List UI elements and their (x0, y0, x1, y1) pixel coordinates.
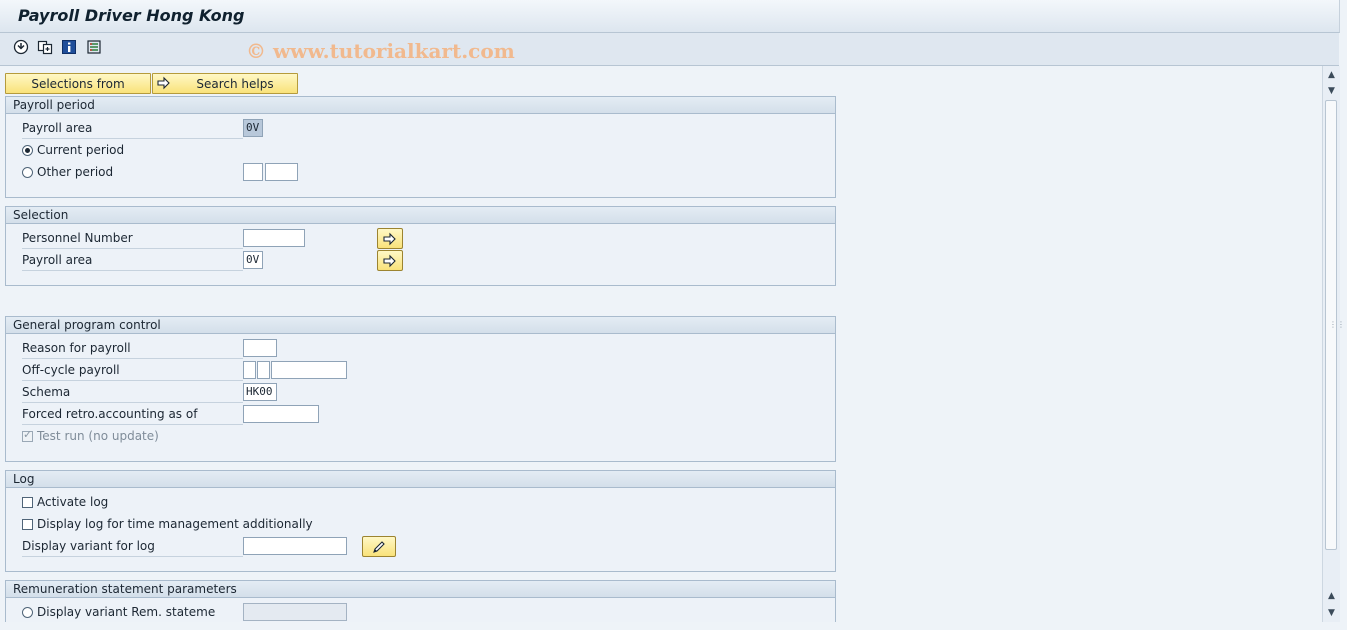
page-up-icon[interactable]: ▼ (1323, 84, 1340, 97)
payroll-period-group: Payroll period Payroll area 0V Current p… (5, 96, 836, 198)
test-run-row: Test run (no update) (6, 427, 835, 447)
grip-icon: ⋮⋮ (1329, 320, 1345, 329)
personnel-number-row: Personnel Number (6, 228, 835, 249)
test-run-checkbox (22, 428, 33, 442)
scroll-down-icon[interactable]: ▼ (1323, 606, 1340, 619)
schema-row: Schema HK00 (6, 383, 835, 403)
scrollbar-thumb[interactable]: ⋮⋮ (1325, 100, 1345, 550)
other-period-label: Other period (37, 165, 114, 179)
edit-log-variant-button[interactable] (362, 536, 396, 557)
offcycle-reason-input[interactable] (257, 361, 270, 379)
time-mgmt-log-checkbox[interactable] (22, 519, 33, 530)
search-helps-button[interactable]: Search helps (152, 73, 298, 94)
arrow-right-icon (383, 232, 396, 245)
general-program-control-group: General program control Reason for payro… (5, 316, 836, 462)
reason-input[interactable] (243, 339, 277, 357)
payroll-period-title: Payroll period (6, 97, 835, 114)
reason-row: Reason for payroll (6, 339, 835, 359)
rem-display-variant-label: Display variant Rem. stateme (37, 605, 216, 619)
watermark-text: © www.tutorialkart.com (246, 39, 515, 63)
page-down-icon[interactable]: ▲ (1323, 589, 1340, 602)
title-bar: Payroll Driver Hong Kong (0, 0, 1340, 33)
log-title: Log (6, 471, 835, 488)
rem-display-variant-radio[interactable] (22, 607, 33, 618)
log-display-variant-label: Display variant for log (22, 537, 243, 557)
vertical-scrollbar[interactable]: ▲ ▼ ⋮⋮ ▲ ▼ (1322, 66, 1345, 622)
search-helps-label: Search helps (196, 76, 274, 91)
selection-payroll-area-label: Payroll area (22, 251, 243, 271)
other-period-year-input[interactable] (265, 163, 298, 181)
rem-display-variant-row: Display variant Rem. stateme (6, 603, 835, 622)
other-period-number-input[interactable] (243, 163, 263, 181)
current-period-radio[interactable] (22, 145, 33, 156)
scroll-up-icon[interactable]: ▲ (1323, 68, 1340, 81)
selection-screen-icon[interactable] (86, 39, 102, 55)
activate-log-label: Activate log (37, 495, 109, 509)
offcycle-label: Off-cycle payroll (22, 361, 243, 381)
test-run-label: Test run (no update) (37, 429, 159, 443)
time-mgmt-log-label: Display log for time management addition… (37, 517, 313, 531)
offcycle-indicator-input[interactable] (243, 361, 256, 379)
selections-from-button[interactable]: Selections from (5, 73, 151, 94)
schema-input[interactable]: HK00 (243, 383, 277, 401)
program-info-icon[interactable] (61, 39, 77, 55)
selections-from-label: Selections from (31, 76, 125, 91)
personnel-number-label: Personnel Number (22, 229, 243, 249)
activate-log-checkbox[interactable] (22, 497, 33, 508)
payroll-area-input[interactable]: 0V (243, 119, 263, 137)
selection-title: Selection (6, 207, 835, 224)
arrow-right-icon (383, 254, 396, 267)
execute-icon[interactable] (13, 39, 29, 55)
forced-retro-row: Forced retro.accounting as of (6, 405, 835, 425)
general-program-control-title: General program control (6, 317, 835, 334)
log-group: Log Activate log Display log for time ma… (5, 470, 836, 572)
remuneration-group: Remuneration statement parameters Displa… (5, 580, 836, 622)
schema-label: Schema (22, 383, 243, 403)
other-period-radio[interactable] (22, 167, 33, 178)
payroll-area-row: Payroll area 0V (6, 119, 835, 139)
selection-screen: Selections from Search helps Payroll per… (0, 66, 1322, 622)
rem-display-variant-input (243, 603, 347, 621)
remuneration-title: Remuneration statement parameters (6, 581, 835, 598)
page-title: Payroll Driver Hong Kong (18, 6, 245, 25)
current-period-row: Current period (6, 141, 835, 161)
get-variant-icon[interactable] (37, 39, 53, 55)
log-display-variant-row: Display variant for log (6, 536, 835, 557)
other-period-row: Other period (6, 163, 835, 183)
offcycle-date-input[interactable] (271, 361, 347, 379)
arrow-right-icon (157, 76, 171, 93)
selection-group: Selection Personnel Number Payroll area … (5, 206, 836, 286)
forced-retro-label: Forced retro.accounting as of (22, 405, 243, 425)
pencil-icon (373, 540, 385, 553)
personnel-number-multiple-selection-button[interactable] (377, 228, 403, 249)
application-toolbar: © www.tutorialkart.com (0, 33, 1339, 66)
personnel-number-input[interactable] (243, 229, 305, 247)
time-mgmt-log-row: Display log for time management addition… (6, 515, 835, 535)
log-display-variant-input[interactable] (243, 537, 347, 555)
current-period-label: Current period (37, 143, 125, 157)
reason-label: Reason for payroll (22, 339, 243, 359)
selection-payroll-area-row: Payroll area 0V (6, 250, 835, 271)
selection-payroll-area-input[interactable]: 0V (243, 251, 263, 269)
payroll-area-multiple-selection-button[interactable] (377, 250, 403, 271)
payroll-area-label: Payroll area (22, 119, 243, 139)
forced-retro-date-input[interactable] (243, 405, 319, 423)
activate-log-row: Activate log (6, 493, 835, 513)
offcycle-row: Off-cycle payroll (6, 361, 835, 381)
